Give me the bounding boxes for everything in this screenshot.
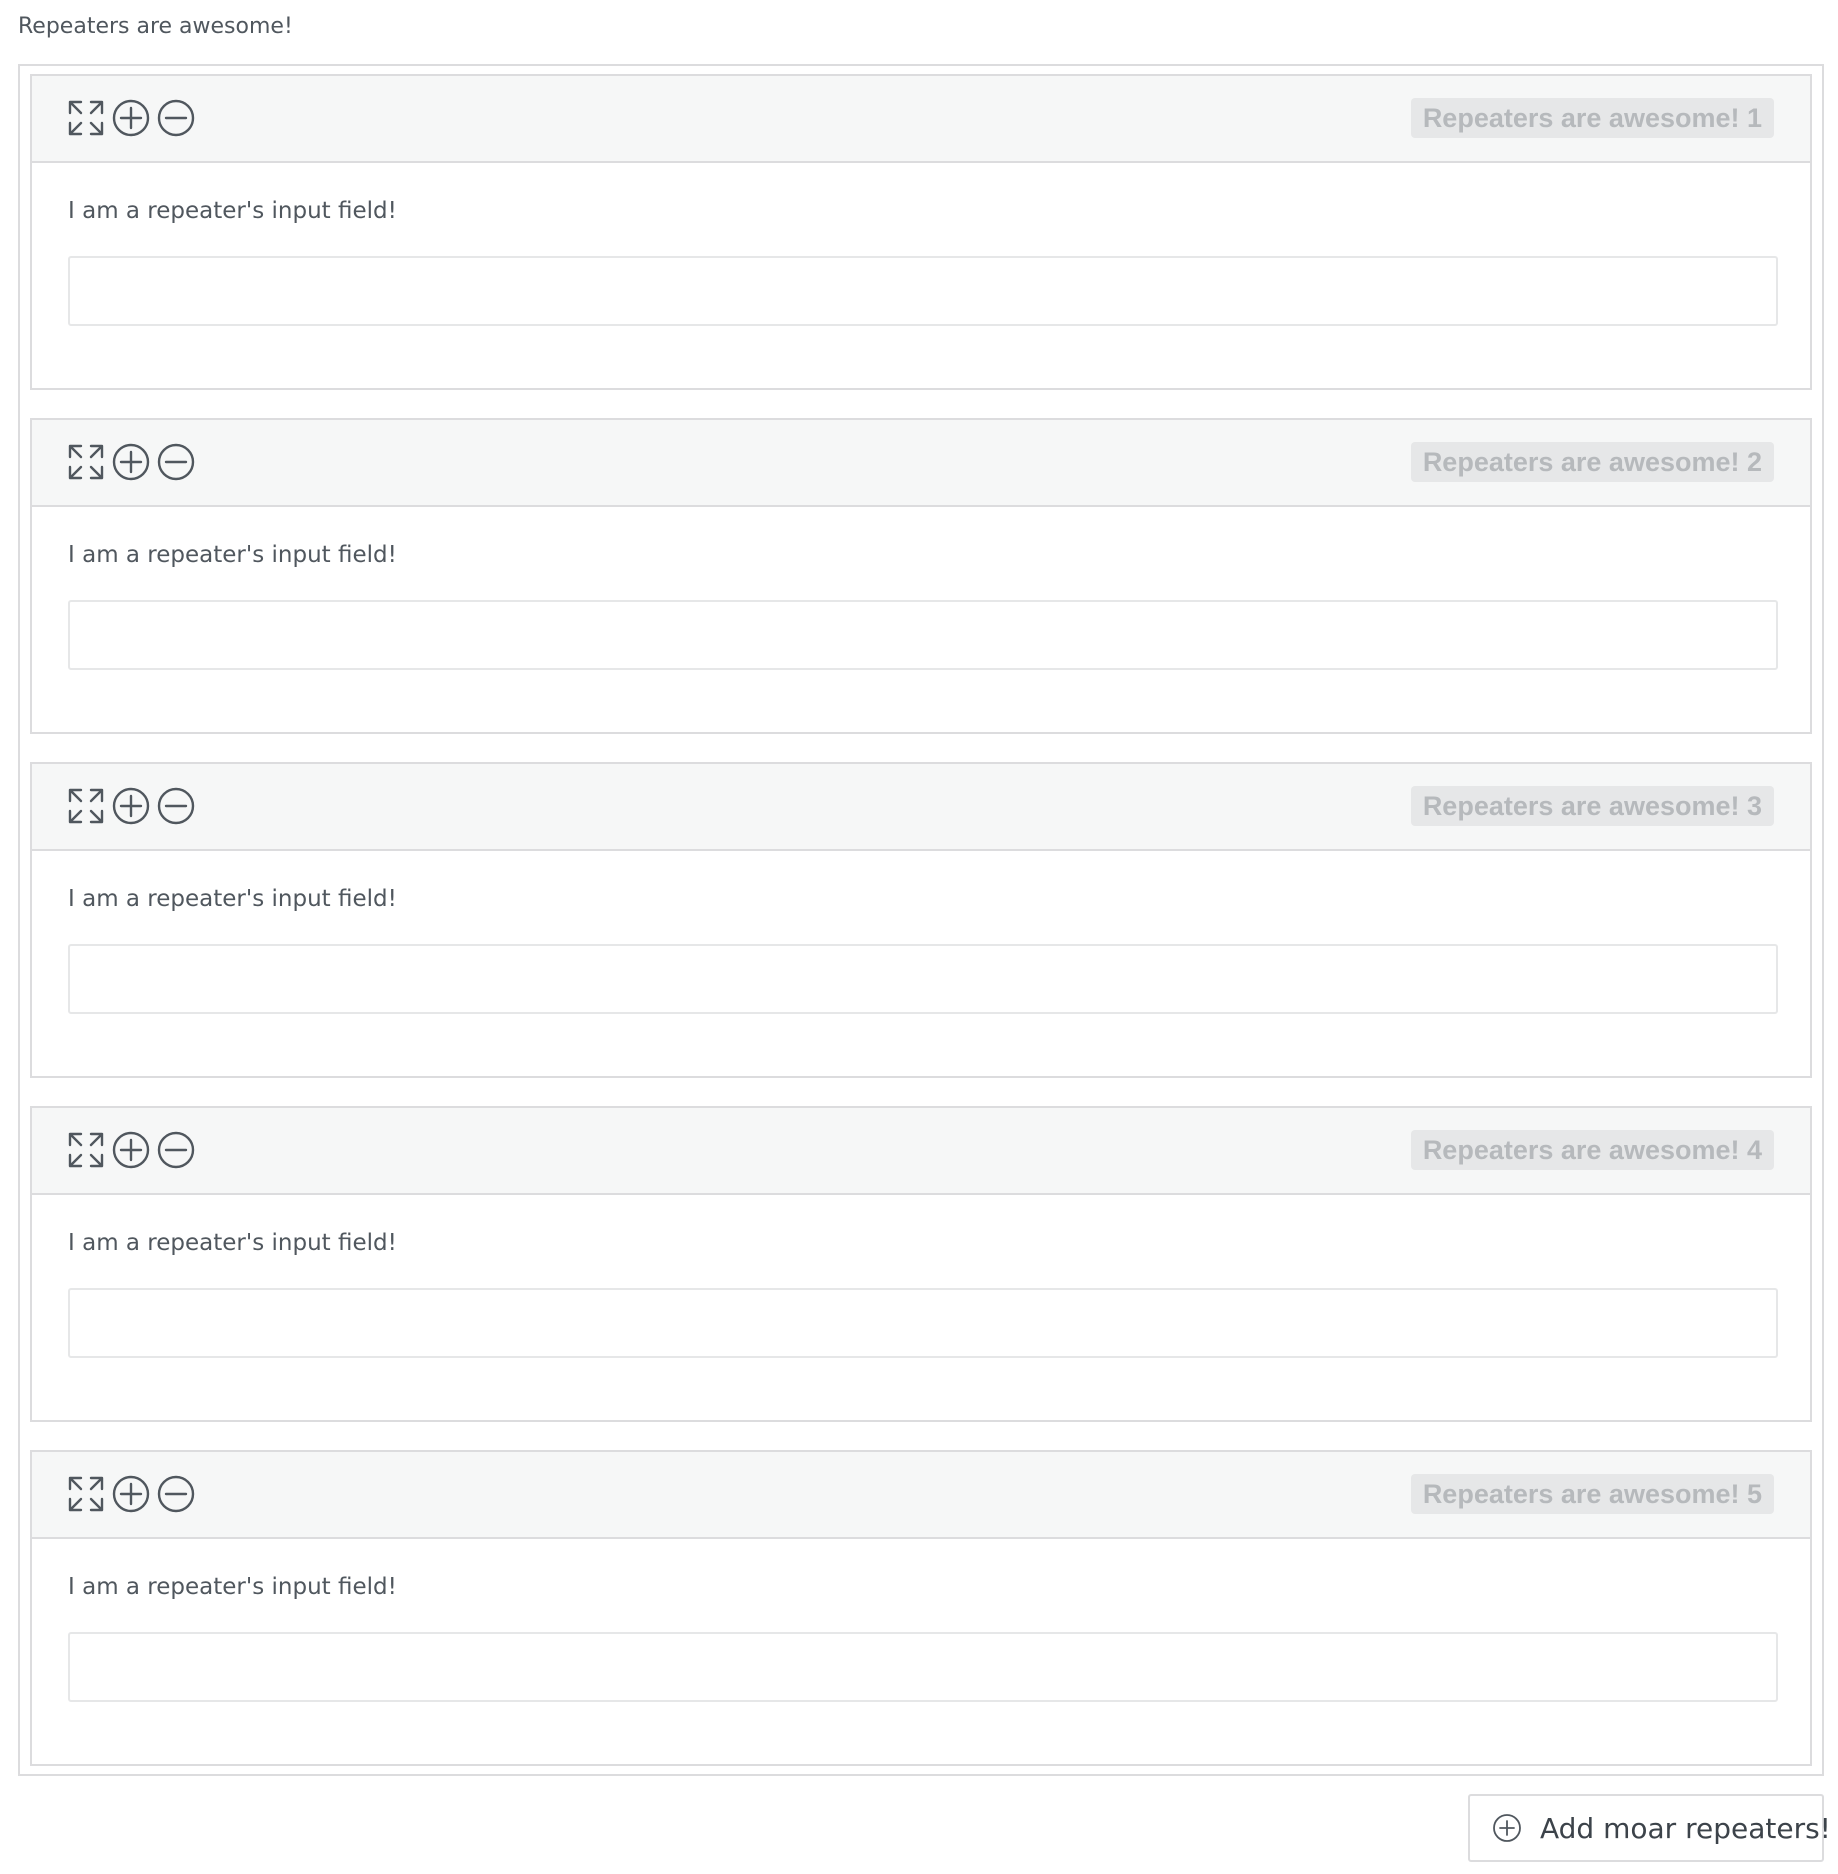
repeater-input-label: I am a repeater's input field! bbox=[68, 1230, 397, 1256]
plus-circle-icon[interactable] bbox=[111, 1474, 151, 1514]
repeater-item: Repeaters are awesome! 5 I am a repeater… bbox=[30, 1450, 1812, 1766]
minus-circle-icon[interactable] bbox=[156, 442, 196, 482]
repeater-item-controls bbox=[66, 1130, 196, 1170]
repeater-input-field[interactable] bbox=[68, 944, 1778, 1014]
repeater-field-label: Repeaters are awesome! bbox=[18, 14, 293, 39]
repeater-item-title[interactable]: Repeaters are awesome! 2 bbox=[1410, 442, 1774, 482]
repeater-input-field[interactable] bbox=[68, 256, 1778, 326]
minus-circle-icon[interactable] bbox=[156, 98, 196, 138]
expand-arrows-icon[interactable] bbox=[66, 98, 106, 138]
repeater-item-header: Repeaters are awesome! 1 bbox=[32, 76, 1810, 163]
repeater-item-title[interactable]: Repeaters are awesome! 5 bbox=[1410, 1474, 1774, 1514]
expand-arrows-icon[interactable] bbox=[66, 442, 106, 482]
repeater-input-field[interactable] bbox=[68, 1632, 1778, 1702]
repeater-item-header: Repeaters are awesome! 2 bbox=[32, 420, 1810, 507]
expand-arrows-icon[interactable] bbox=[66, 1130, 106, 1170]
repeater-container: Repeaters are awesome! 1 I am a repeater… bbox=[18, 64, 1824, 1776]
expand-arrows-icon[interactable] bbox=[66, 1474, 106, 1514]
repeater-input-label: I am a repeater's input field! bbox=[68, 886, 397, 912]
minus-circle-icon[interactable] bbox=[156, 1474, 196, 1514]
repeater-input-label: I am a repeater's input field! bbox=[68, 1574, 397, 1600]
repeater-item-header: Repeaters are awesome! 4 bbox=[32, 1108, 1810, 1195]
repeater-item-header: Repeaters are awesome! 3 bbox=[32, 764, 1810, 851]
plus-circle-icon[interactable] bbox=[111, 1130, 151, 1170]
repeater-item-controls bbox=[66, 786, 196, 826]
repeater-input-field[interactable] bbox=[68, 600, 1778, 670]
expand-arrows-icon[interactable] bbox=[66, 786, 106, 826]
repeater-item-title[interactable]: Repeaters are awesome! 3 bbox=[1410, 786, 1774, 826]
repeater-item-controls bbox=[66, 442, 196, 482]
minus-circle-icon[interactable] bbox=[156, 1130, 196, 1170]
repeater-input-label: I am a repeater's input field! bbox=[68, 198, 397, 224]
repeater-item: Repeaters are awesome! 2 I am a repeater… bbox=[30, 418, 1812, 734]
plus-circle-icon[interactable] bbox=[111, 98, 151, 138]
repeater-item: Repeaters are awesome! 4 I am a repeater… bbox=[30, 1106, 1812, 1422]
repeater-item: Repeaters are awesome! 1 I am a repeater… bbox=[30, 74, 1812, 390]
plus-circle-icon[interactable] bbox=[111, 442, 151, 482]
repeater-item-title[interactable]: Repeaters are awesome! 1 bbox=[1410, 98, 1774, 138]
repeater-item: Repeaters are awesome! 3 I am a repeater… bbox=[30, 762, 1812, 1078]
repeater-item-controls bbox=[66, 98, 196, 138]
minus-circle-icon[interactable] bbox=[156, 786, 196, 826]
repeater-item-header: Repeaters are awesome! 5 bbox=[32, 1452, 1810, 1539]
repeater-item-controls bbox=[66, 1474, 196, 1514]
plus-circle-icon[interactable] bbox=[111, 786, 151, 826]
repeater-input-label: I am a repeater's input field! bbox=[68, 542, 397, 568]
repeater-item-title[interactable]: Repeaters are awesome! 4 bbox=[1410, 1130, 1774, 1170]
plus-circle-icon bbox=[1492, 1813, 1522, 1843]
add-repeater-button[interactable]: Add moar repeaters! bbox=[1468, 1794, 1831, 1862]
add-repeater-button-label: Add moar repeaters! bbox=[1540, 1811, 1831, 1845]
repeater-input-field[interactable] bbox=[68, 1288, 1778, 1358]
